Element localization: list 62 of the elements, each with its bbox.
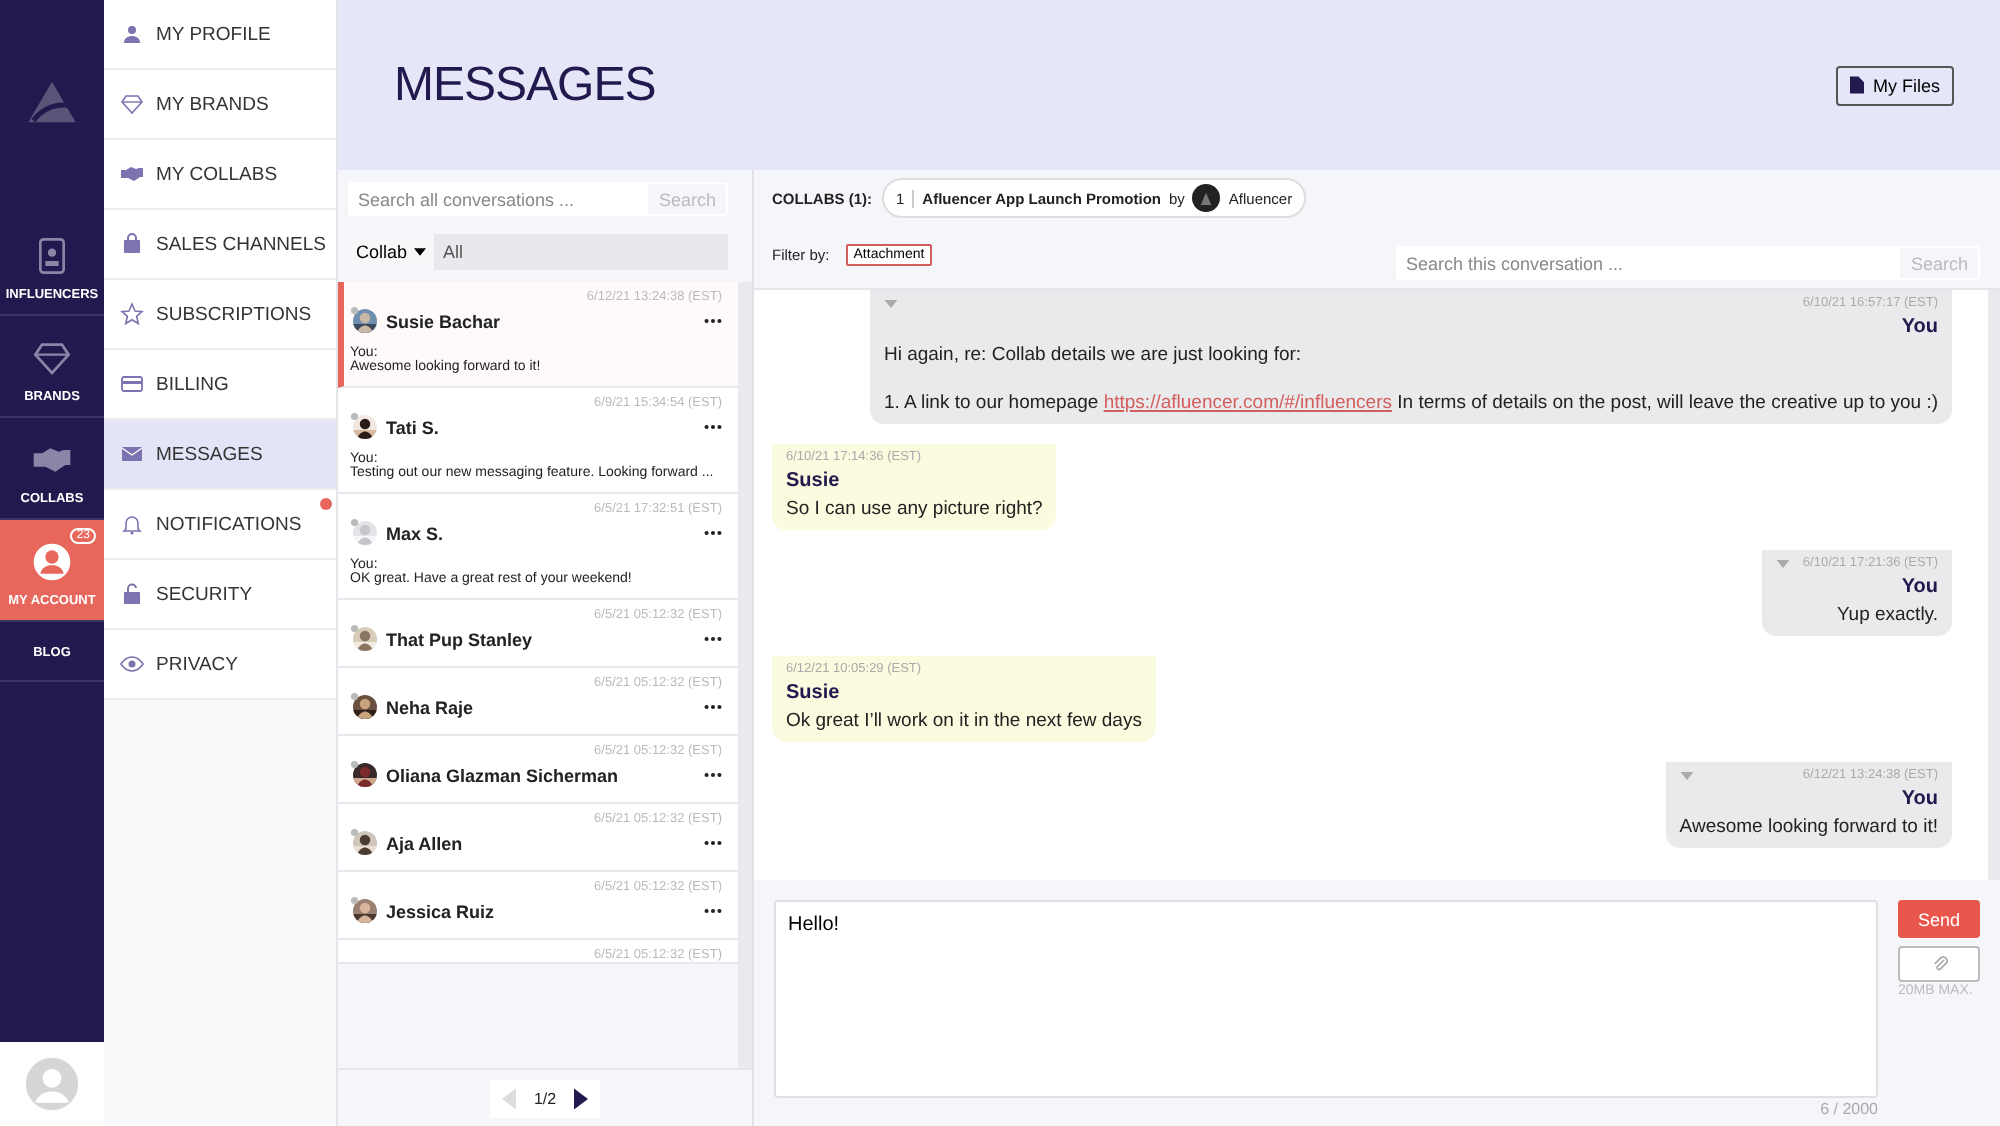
send-button[interactable]: Send — [1898, 900, 1980, 938]
message-text: Yup exactly. — [1834, 604, 1938, 626]
credit-card-icon — [120, 372, 144, 396]
menu-item[interactable]: PRIVACY — [104, 630, 336, 700]
contact-name: That Pup Stanley — [386, 629, 535, 649]
padlock-icon — [120, 582, 144, 606]
contact-name: Max S. — [386, 523, 446, 543]
more-icon[interactable] — [704, 530, 722, 536]
diamond-icon — [120, 92, 144, 116]
filter-value: All — [441, 242, 464, 262]
contact-name: Susie Bachar — [386, 311, 503, 331]
author-name: Susie — [786, 470, 842, 492]
diamond-icon — [32, 338, 72, 378]
handshake-icon — [120, 162, 144, 186]
more-icon[interactable] — [704, 636, 722, 642]
eye-icon — [120, 652, 144, 676]
envelope-icon — [120, 442, 144, 466]
message-text: Hi again, re: Collab details we are just looking for: — [883, 344, 1304, 366]
more-icon[interactable] — [704, 318, 722, 324]
more-icon[interactable] — [704, 424, 722, 430]
document-icon — [1849, 76, 1863, 94]
contact-name: Neha Raje — [386, 697, 476, 717]
next-page-icon[interactable] — [574, 1087, 589, 1109]
message-input-field[interactable]: Hello! — [774, 900, 1878, 1098]
contact-name: Aja Allen — [386, 833, 465, 853]
user-icon — [32, 542, 72, 582]
menu-item[interactable]: SUBSCRIPTIONS — [104, 280, 336, 350]
menu-item[interactable]: MESSAGES — [104, 420, 336, 490]
menu-item[interactable]: SECURITY — [104, 560, 336, 630]
menu-item[interactable]: BILLING — [104, 350, 336, 420]
message-text: Awesome looking forward to it! — [1679, 816, 1938, 838]
bag-icon — [120, 232, 144, 256]
author-name: You — [1899, 316, 1938, 338]
menu-item[interactable]: MY BRANDS — [104, 70, 336, 140]
message-text: So I can use any picture right? — [786, 498, 1043, 520]
paperclip-icon — [1931, 954, 1947, 974]
more-icon[interactable] — [704, 772, 722, 778]
contact-name: Jessica Ruiz — [386, 901, 497, 921]
more-icon[interactable] — [704, 840, 722, 846]
menu-item[interactable]: MY PROFILE — [104, 0, 336, 70]
caret-icon — [413, 248, 426, 256]
message-text: Ok great I’ll work on it in the next few days — [786, 710, 1142, 732]
my-files-button[interactable]: My Files — [1835, 65, 1954, 105]
menu-item[interactable]: SALES CHANNELS — [104, 210, 336, 280]
author-name: Susie — [786, 682, 842, 704]
author-name: You — [1899, 576, 1938, 598]
menu-item[interactable]: NOTIFICATIONS — [104, 490, 336, 560]
more-icon[interactable] — [704, 704, 722, 710]
contact-name: Tati S. — [386, 417, 441, 437]
brand-logo-icon — [1192, 184, 1221, 212]
contact-name: Oliana Glazman Sicherman — [386, 765, 621, 785]
character-counter: 6 / 2000 — [1820, 1100, 1878, 1118]
star-icon — [120, 302, 144, 326]
menu-item[interactable]: MY COLLABS — [104, 140, 336, 210]
bell-icon — [120, 512, 144, 536]
user-icon — [120, 22, 144, 46]
more-icon[interactable] — [704, 908, 722, 914]
page-indicator: 1/2 — [533, 1089, 557, 1107]
page-title: MESSAGES — [394, 57, 656, 113]
author-name: You — [1899, 788, 1938, 810]
collab-dropdown[interactable]: Collab — [348, 234, 434, 270]
message-text: 1. A link to our homepage https://afluencer.com/#/influencers In terms of details on the post, will leave the creative up to you :) — [883, 392, 1938, 414]
